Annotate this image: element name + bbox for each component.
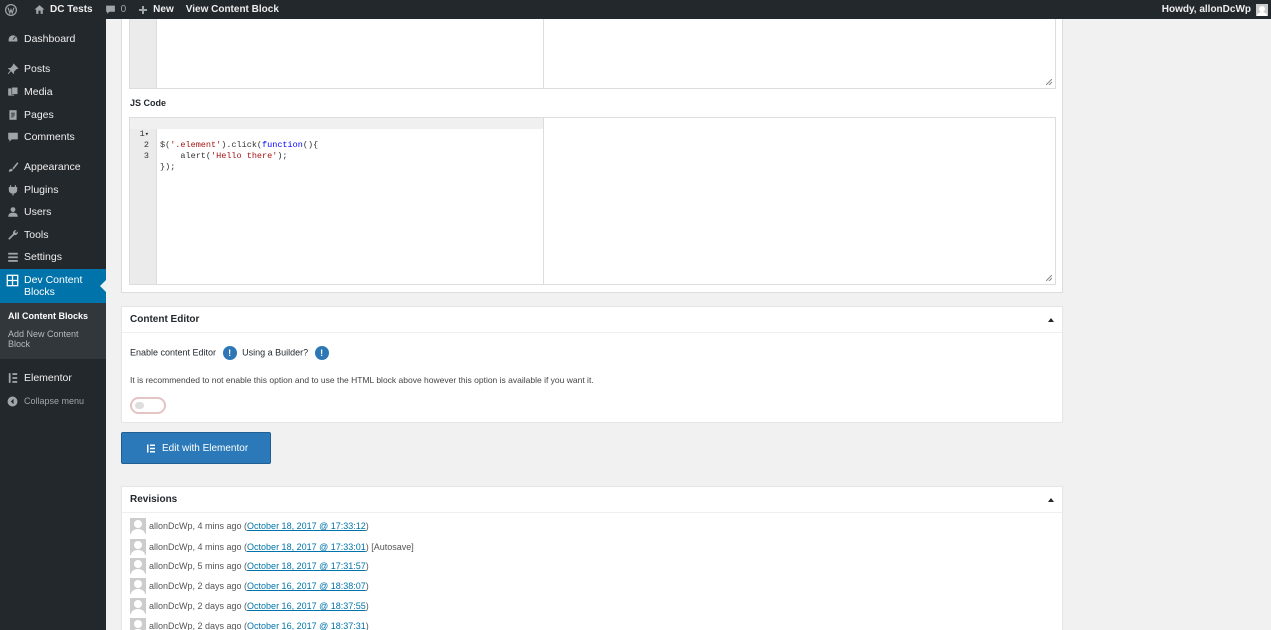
view-content-block-link[interactable]: View Content Block [180,0,285,19]
home-icon [34,5,45,14]
menu-media[interactable]: Media [0,85,106,99]
dev-content-blocks-submenu: All Content Blocks Add New Content Block [0,303,106,359]
info-icon[interactable]: ! [222,346,237,360]
menu-settings[interactable]: Settings [0,250,106,264]
menu-comments[interactable]: Comments [0,130,106,144]
revision-link[interactable]: October 18, 2017 @ 17:33:01 [247,542,366,552]
comment-icon [105,5,115,14]
revision-item: allonDcWp, 2 days ago (October 16, 2017 … [130,598,369,614]
code-line: 3 }); [143,151,176,172]
main-content: JS Code 1▾ $('.element').click(function(… [106,19,1271,630]
menu-pages[interactable]: Pages [0,108,106,122]
content-editor-options: Enable content Editor ! Using a Builder?… [130,346,329,360]
html-css-editor[interactable] [129,19,1056,89]
user-avatar [1256,3,1268,16]
view-label: View Content Block [185,4,279,15]
submenu-add-new-content-block[interactable]: Add New Content Block [8,329,88,349]
submenu-all-content-blocks[interactable]: All Content Blocks [8,311,100,321]
revisions-title: Revisions [130,494,178,505]
new-content-link[interactable]: New [132,0,180,19]
revision-item: allonDcWp, 2 days ago (October 16, 2017 … [130,578,369,594]
my-account-link[interactable]: Howdy, allonDcWp [1156,0,1268,19]
settings-icon [6,251,19,264]
revision-item: allonDcWp, 4 mins ago (October 18, 2017 … [130,518,369,534]
code-line: 2 alert('Hello there'); [143,140,288,161]
revisions-box: Revisions allonDcWp, 4 mins ago (October… [121,486,1063,630]
resize-grip-icon[interactable] [1046,79,1052,85]
revision-item: allonDcWp, 4 mins ago (October 18, 2017 … [130,539,414,555]
code-line: 1▾ $('.element').click(function(){ [139,129,319,150]
site-name: DC Tests [50,4,93,15]
enable-content-editor-label: Enable content Editor [130,347,217,358]
collapse-arrow-icon[interactable] [1048,318,1054,322]
pages-icon [6,109,19,122]
revision-item: allonDcWp, 5 mins ago (October 18, 2017 … [130,558,369,574]
avatar [130,558,146,574]
revision-link[interactable]: October 16, 2017 @ 18:38:07 [247,581,366,591]
elementor-icon [147,444,155,453]
revision-item: allonDcWp, 2 days ago (October 16, 2017 … [130,618,369,630]
using-builder-label: Using a Builder? [242,347,309,358]
admin-sidebar: Dashboard Posts Media Pages Comments App… [0,19,106,630]
comments-count: 0 [120,4,127,15]
edit-with-elementor-button[interactable]: Edit with Elementor [121,432,271,464]
avatar [130,578,146,594]
menu-dashboard[interactable]: Dashboard [0,32,106,46]
avatar [130,598,146,614]
menu-appearance[interactable]: Appearance [0,160,106,174]
menu-dev-content-blocks[interactable]: Dev Content Blocks [0,269,106,303]
revisions-header[interactable]: Revisions [122,487,1062,513]
content-editor-note: It is recommended to not enable this opt… [130,375,594,385]
avatar [130,539,146,555]
admin-bar: DC Tests 0 New View Content Block Howdy,… [0,0,1271,19]
elementor-icon [6,372,19,385]
user-icon [6,206,19,219]
resize-grip-icon[interactable] [1046,275,1052,281]
content-editor-header[interactable]: Content Editor [122,307,1062,333]
grid-icon [6,274,19,287]
revision-link[interactable]: October 16, 2017 @ 18:37:55 [247,601,366,611]
wrench-icon [6,229,19,242]
collapse-arrow-icon[interactable] [1048,498,1054,502]
revision-link[interactable]: October 16, 2017 @ 18:37:31 [247,621,366,630]
plugin-icon [6,184,19,197]
menu-users[interactable]: Users [0,205,106,219]
media-icon [6,86,19,99]
js-code-label: JS Code [130,98,167,108]
info-icon[interactable]: ! [314,346,329,360]
editor-divider [543,118,544,284]
comments-link[interactable]: 0 [99,0,133,19]
editor-divider [543,19,544,88]
edit-with-elementor-label: Edit with Elementor [162,443,249,454]
menu-tools[interactable]: Tools [0,228,106,242]
avatar [130,518,146,534]
howdy-text: Howdy, allonDcWp [1161,4,1251,15]
menu-posts[interactable]: Posts [0,62,106,76]
collapse-icon [6,395,19,408]
content-editor-box: Content Editor Enable content Editor ! U… [121,306,1063,423]
site-name-link[interactable]: DC Tests [28,0,99,19]
revision-link[interactable]: October 18, 2017 @ 17:31:57 [247,561,366,571]
menu-plugins[interactable]: Plugins [0,183,106,197]
content-editor-toggle[interactable] [130,397,166,414]
js-code-editor[interactable]: 1▾ $('.element').click(function(){ 2 ale… [129,117,1056,285]
avatar [130,618,146,630]
brush-icon [6,161,19,174]
wordpress-logo[interactable] [0,0,28,19]
dashboard-icon [6,33,19,46]
wordpress-icon [5,3,17,16]
new-label: New [153,4,174,15]
menu-elementor[interactable]: Elementor [0,371,106,385]
comment-icon [6,131,19,144]
active-line-highlight [130,118,543,129]
toggle-knob [135,402,144,409]
editor-gutter [130,19,157,88]
pin-icon [6,63,19,76]
content-editor-title: Content Editor [130,314,200,325]
revision-link[interactable]: October 18, 2017 @ 17:33:12 [247,521,366,531]
plus-icon [139,5,148,14]
menu-collapse[interactable]: Collapse menu [0,394,106,408]
